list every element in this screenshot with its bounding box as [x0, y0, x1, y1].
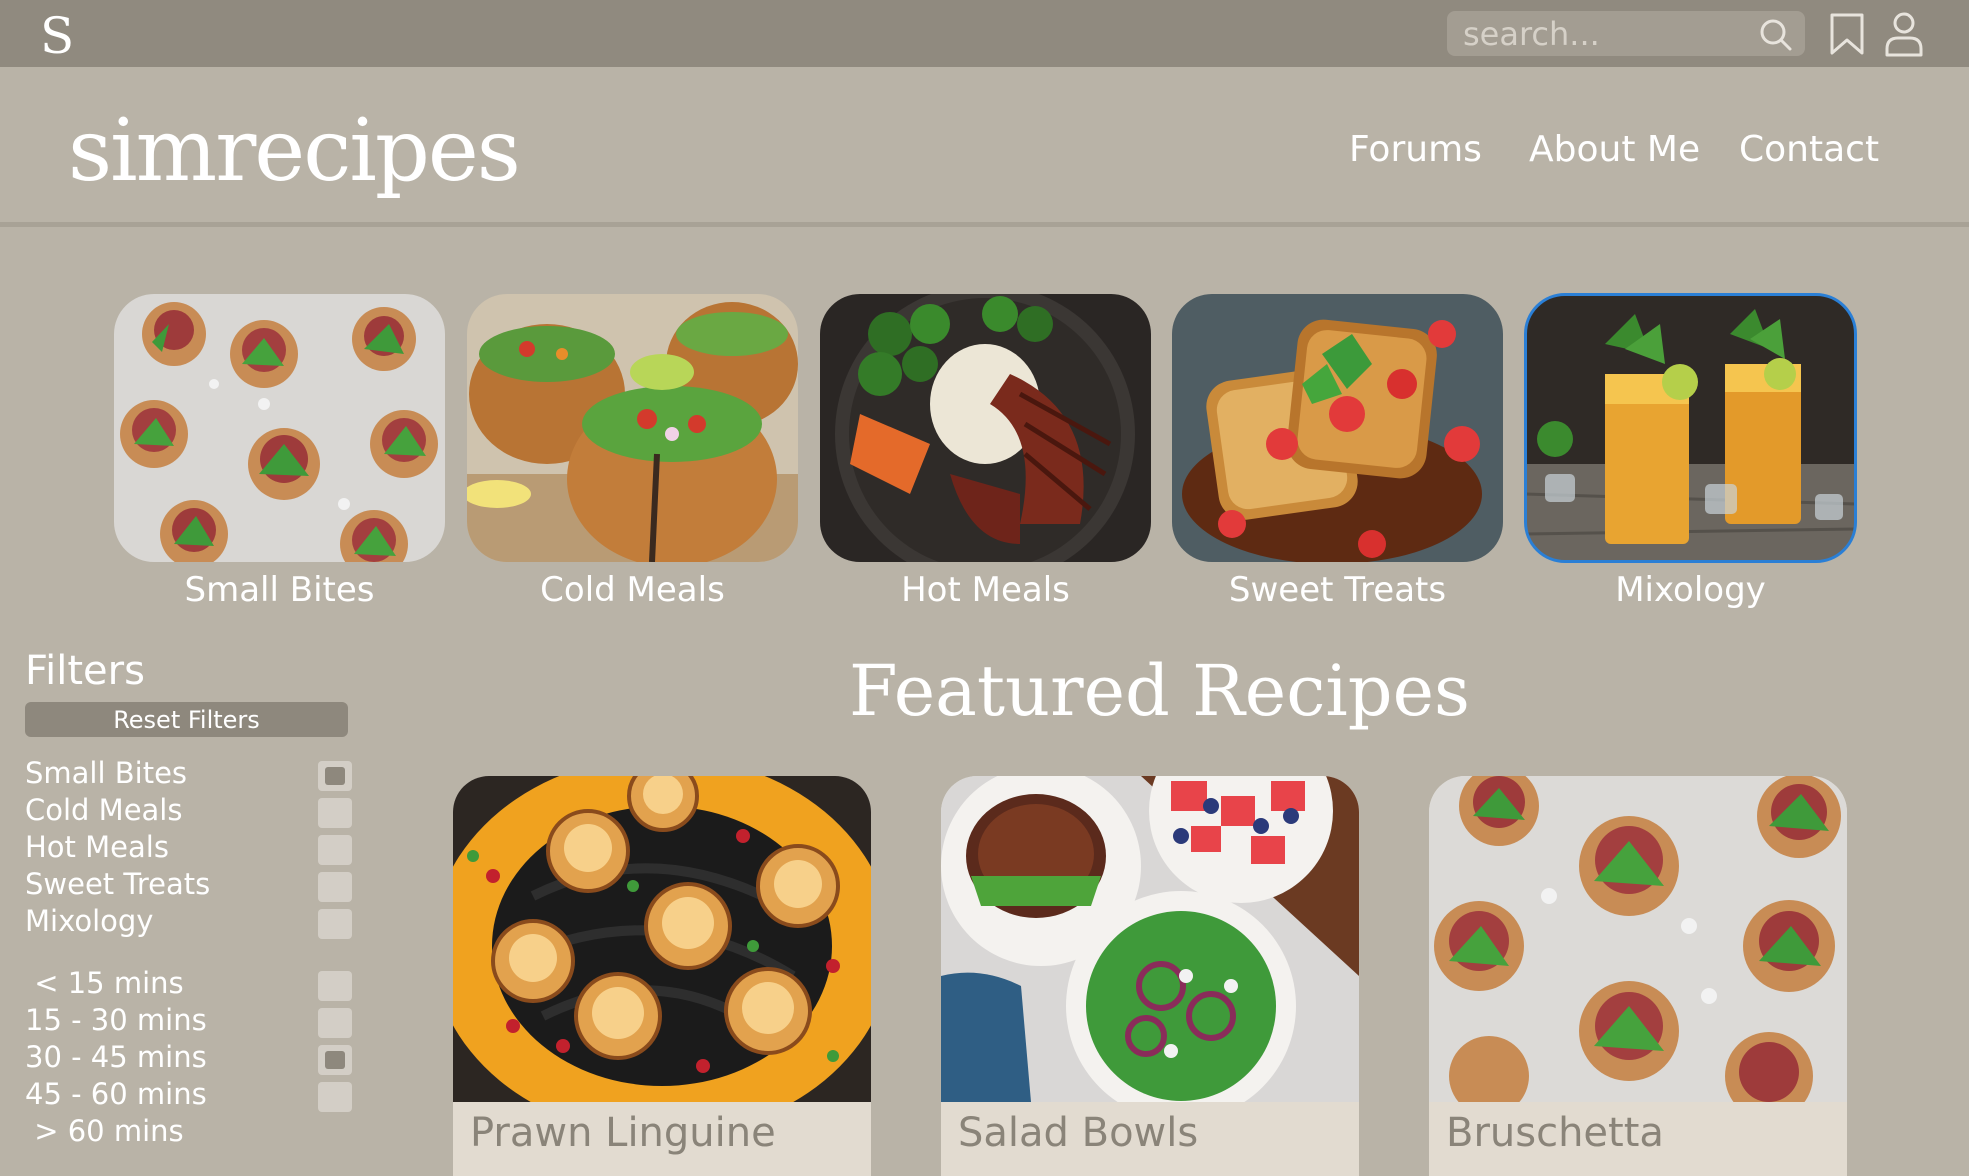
hot-meals-photo — [820, 294, 1151, 562]
filter-label-45-60: 45 - 60 mins — [25, 1077, 207, 1111]
search-input[interactable] — [1461, 15, 1745, 53]
category-label-cold-meals[interactable]: Cold Meals — [467, 570, 798, 610]
cold-meals-photo — [467, 294, 798, 562]
sweet-treats-photo — [1172, 294, 1503, 562]
category-hot-meals[interactable] — [820, 294, 1151, 562]
category-label-small-bites[interactable]: Small Bites — [114, 570, 445, 610]
recipe-card-salad-bowls[interactable]: Salad Bowls — [941, 776, 1359, 1176]
search-icon[interactable] — [1758, 17, 1794, 53]
filter-checkbox-hot-meals[interactable] — [318, 835, 352, 865]
filter-checkbox-45-60[interactable] — [318, 1082, 352, 1112]
filter-label-hot-meals: Hot Meals — [25, 830, 169, 864]
category-sweet-treats[interactable] — [1172, 294, 1503, 562]
nav-about-me[interactable]: About Me — [1529, 129, 1700, 170]
category-label-hot-meals[interactable]: Hot Meals — [820, 570, 1151, 610]
site-logo-letter[interactable]: S — [40, 6, 74, 66]
nav-contact[interactable]: Contact — [1739, 129, 1879, 170]
filter-checkbox-small-bites[interactable] — [318, 761, 352, 791]
recipe-card-bruschetta[interactable]: Bruschetta — [1429, 776, 1847, 1176]
recipe-title-bruschetta[interactable]: Bruschetta — [1446, 1110, 1664, 1156]
filter-label-15-30: 15 - 30 mins — [25, 1003, 207, 1037]
category-cold-meals[interactable] — [467, 294, 798, 562]
category-mixology[interactable] — [1524, 293, 1857, 563]
salad-bowls-photo — [941, 776, 1359, 1102]
prawn-linguine-photo — [453, 776, 871, 1102]
category-label-mixology[interactable]: Mixology — [1525, 570, 1856, 610]
filter-checkbox-15-30[interactable] — [318, 1008, 352, 1038]
recipe-card-prawn-linguine[interactable]: Prawn Linguine — [453, 776, 871, 1176]
site-header: simrecipes Forums About Me Contact — [0, 67, 1969, 227]
filter-checkbox-mixology[interactable] — [318, 909, 352, 939]
user-icon[interactable] — [1884, 11, 1924, 57]
filter-label-sweet-treats: Sweet Treats — [25, 867, 211, 901]
bookmark-icon[interactable] — [1829, 12, 1865, 56]
mixology-photo — [1525, 294, 1856, 562]
filter-checkbox-sweet-treats[interactable] — [318, 872, 352, 902]
nav-forums[interactable]: Forums — [1349, 129, 1482, 170]
filter-label-under-15: < 15 mins — [25, 966, 184, 1000]
search-box[interactable] — [1447, 11, 1805, 56]
recipe-title-prawn-linguine[interactable]: Prawn Linguine — [470, 1110, 776, 1156]
filter-label-small-bites: Small Bites — [25, 756, 188, 790]
filter-checkbox-under-15[interactable] — [318, 971, 352, 1001]
top-bar: S — [0, 0, 1969, 67]
filter-label-cold-meals: Cold Meals — [25, 793, 183, 827]
category-label-sweet-treats[interactable]: Sweet Treats — [1172, 570, 1503, 610]
category-small-bites[interactable] — [114, 294, 445, 562]
filter-label-30-45: 30 - 45 mins — [25, 1040, 207, 1074]
filter-label-over-60: > 60 mins — [25, 1114, 184, 1148]
featured-recipes-heading: Featured Recipes — [849, 650, 1470, 732]
small-bites-photo — [114, 294, 445, 562]
brand-logo[interactable]: simrecipes — [68, 101, 521, 201]
recipe-title-salad-bowls[interactable]: Salad Bowls — [958, 1110, 1198, 1156]
filter-checkbox-cold-meals[interactable] — [318, 798, 352, 828]
bruschetta-photo — [1429, 776, 1847, 1102]
filter-label-mixology: Mixology — [25, 904, 154, 938]
filter-checkbox-30-45[interactable] — [318, 1045, 352, 1075]
